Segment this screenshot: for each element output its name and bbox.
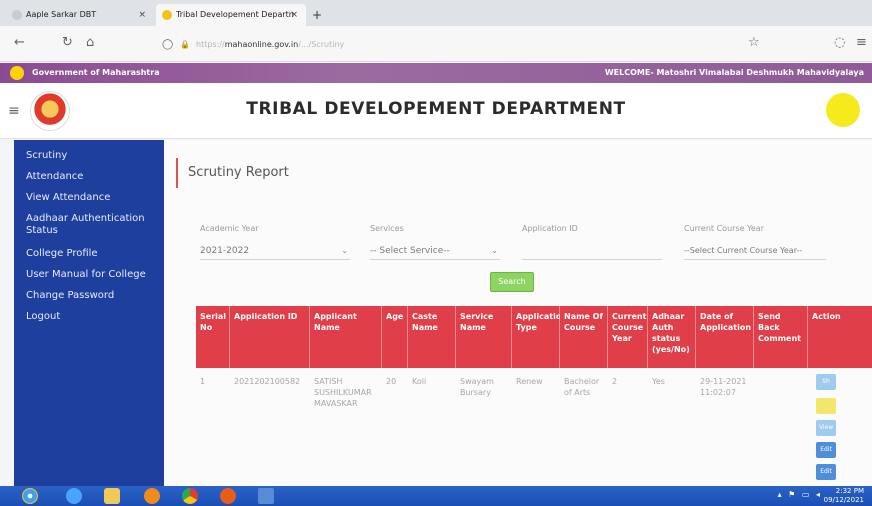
cell-application-type: Renew [516, 377, 543, 386]
column-header-serial: Serial No [196, 306, 230, 368]
cell-aadhaar-status: Yes [652, 377, 665, 386]
sidebar-item-view-attendance[interactable]: View Attendance [26, 192, 160, 204]
main-content: Scrutiny Report Academic Year 2021-2022 … [164, 140, 872, 486]
close-tab-icon[interactable]: × [138, 4, 146, 26]
column-header-aadhaar-status: Adhaar Auth status (yes/No) [648, 306, 696, 368]
cell-applicant-name: SATISH SUSHILKUMAR MAVASKAR [314, 377, 372, 408]
home-icon[interactable]: ⌂ [86, 34, 94, 52]
system-clock[interactable]: 2:32 PM 09/12/2021 [824, 487, 864, 505]
column-header-age: Age [382, 306, 408, 368]
column-header-application-type: Application Type [512, 306, 567, 368]
clock-date: 09/12/2021 [823, 496, 864, 504]
search-button[interactable]: Search [490, 272, 534, 292]
academic-year-select[interactable]: 2021-2022 ⌄ [200, 242, 350, 260]
windows-taskbar: ▴ ⚑ ▭ ◂ 2:32 PM 09/12/2021 [0, 486, 872, 506]
clock-time: 2:32 PM [835, 487, 864, 495]
sidebar-item-user-manual[interactable]: User Manual for College [26, 269, 160, 281]
academic-year-value: 2021-2022 [200, 246, 250, 256]
sidebar-item-aadhaar-authentication[interactable]: Aadhaar Authentication Status [26, 213, 160, 237]
welcome-text: WELCOME- Matoshri Vimalabai Deshmukh Mah… [604, 68, 864, 77]
column-header-applicant-name: Applicant Name [310, 306, 382, 368]
cell-course-year: 2 [612, 377, 618, 386]
address-bar: ← ↻ ⌂ ◯ 🔒 https://mahaonline.gov.in/.../S… [0, 26, 872, 62]
column-header-action: Action [808, 306, 872, 368]
action-button[interactable] [816, 398, 836, 414]
cell-service: Swayam Bursary [460, 377, 494, 397]
folder-icon[interactable] [104, 488, 120, 504]
menu-icon[interactable]: ≡ [856, 34, 867, 52]
cell-application-id: 2021202100582 [234, 377, 301, 386]
reload-icon[interactable]: ↻ [62, 34, 73, 52]
firefox-icon[interactable] [220, 488, 236, 504]
browser-tab-aaple-sarkar[interactable]: Aaple Sarkar DBT × [6, 4, 154, 26]
services-value: -- Select Service-- [370, 246, 450, 256]
sidebar-item-college-profile[interactable]: College Profile [26, 248, 160, 260]
column-header-application-id: Application ID [230, 306, 310, 368]
column-header-service: Service Name [456, 306, 512, 368]
edit-button-secondary[interactable]: Edit [816, 464, 836, 480]
url-prefix: https:// [196, 40, 225, 49]
cell-serial: 1 [200, 377, 206, 386]
edit-button[interactable]: Edit [816, 442, 836, 458]
internet-explorer-icon[interactable] [66, 488, 82, 504]
user-avatar[interactable] [826, 93, 860, 127]
tab-label: Tribal Developement Departn [176, 10, 294, 19]
column-header-date: Date of Application [696, 306, 754, 368]
extensions-icon[interactable]: ◌ [834, 34, 845, 52]
services-select[interactable]: -- Select Service-- ⌄ [370, 242, 500, 260]
chevron-down-icon: ⌄ [341, 246, 348, 255]
shield-icon[interactable]: ◯ [162, 36, 173, 54]
close-tab-icon[interactable]: × [290, 4, 298, 26]
view-button[interactable]: View [816, 420, 836, 436]
application-id-label: Application ID [522, 224, 578, 233]
column-header-send-back-comment: Send Back Comment [754, 306, 808, 368]
government-label: Government of Maharashtra [32, 68, 160, 77]
emblem-dot-icon [10, 66, 24, 80]
new-tab-button[interactable]: + [312, 4, 322, 26]
bookmark-icon[interactable]: ☆ [748, 34, 760, 52]
document-app-icon[interactable] [258, 488, 274, 504]
page-header: ≡ TRIBAL DEVELOPEMENT DEPARTMENT [0, 83, 872, 139]
report-title: Scrutiny Report [176, 158, 289, 188]
url-suffix: /.../Scrutiny [298, 40, 345, 49]
lock-icon: 🔒 [180, 40, 190, 49]
url-field[interactable]: 🔒 https://mahaonline.gov.in/.../Scrutiny [180, 37, 700, 53]
current-course-year-select[interactable]: --Select Current Course Year-- [684, 242, 826, 260]
academic-year-label: Academic Year [200, 224, 259, 233]
tab-label: Aaple Sarkar DBT [26, 10, 97, 19]
system-tray-icons[interactable]: ▴ ⚑ ▭ ◂ [778, 490, 822, 499]
sidebar: Scrutiny Attendance View Attendance Aadh… [14, 140, 164, 486]
cell-course: Bachelor of Arts [564, 377, 600, 397]
sidebar-item-attendance[interactable]: Attendance [26, 171, 160, 183]
government-bar: Government of Maharashtra WELCOME- Matos… [0, 63, 872, 83]
back-icon[interactable]: ← [14, 34, 25, 52]
column-header-course: Name Of Course [560, 306, 608, 368]
browser-tab-bar: Aaple Sarkar DBT × Tribal Developement D… [0, 0, 872, 26]
screen: Aaple Sarkar DBT × Tribal Developement D… [0, 0, 872, 506]
show-button[interactable]: Sh [816, 374, 836, 390]
services-label: Services [370, 224, 404, 233]
column-header-course-year: Current Course Year [608, 306, 648, 368]
sidebar-item-scrutiny[interactable]: Scrutiny [26, 150, 160, 162]
current-course-year-label: Current Course Year [684, 224, 764, 233]
current-course-year-value: --Select Current Course Year-- [684, 246, 803, 255]
url-host: mahaonline.gov.in [224, 40, 299, 49]
tab-favicon [12, 10, 22, 20]
sidebar-item-logout[interactable]: Logout [26, 311, 160, 323]
chevron-down-icon: ⌄ [491, 246, 498, 255]
browser-tab-tribal[interactable]: Tribal Developement Departn × [156, 4, 306, 26]
sidebar-item-change-password[interactable]: Change Password [26, 290, 160, 302]
page-title: TRIBAL DEVELOPEMENT DEPARTMENT [246, 99, 626, 119]
tab-favicon [162, 10, 172, 20]
start-button-icon[interactable] [22, 488, 38, 504]
media-player-icon[interactable] [144, 488, 160, 504]
chrome-icon[interactable] [182, 488, 198, 504]
cell-age: 20 [386, 377, 397, 386]
application-id-input[interactable] [522, 242, 662, 260]
column-header-caste: Caste Name [408, 306, 456, 368]
cell-date: 29-11-2021 11:02:07 [700, 377, 747, 397]
cell-caste: Koli [412, 377, 427, 386]
